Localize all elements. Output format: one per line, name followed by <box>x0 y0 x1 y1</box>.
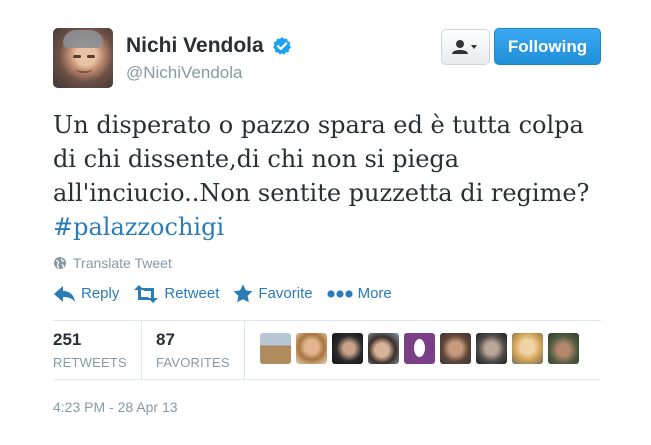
favorites-label: FAVORITES <box>156 355 230 370</box>
hashtag-link[interactable]: #palazzochigi <box>53 210 613 244</box>
user-actions-button[interactable] <box>441 29 490 65</box>
avatar[interactable] <box>548 333 579 364</box>
avatar[interactable] <box>404 333 435 364</box>
more-dots-icon <box>326 289 353 298</box>
stats-separator <box>141 321 142 379</box>
avatar[interactable] <box>512 333 543 364</box>
tweet-timestamp[interactable]: 4:23 PM - 28 Apr 13 <box>53 399 178 415</box>
reply-button[interactable]: Reply <box>53 285 119 303</box>
more-button[interactable]: More <box>326 285 392 302</box>
tweet-text: Un disperato o pazzo spara ed è tutta co… <box>53 108 613 244</box>
retweet-label: Retweet <box>164 285 220 302</box>
avatar[interactable] <box>296 333 327 364</box>
favoriter-avatars <box>260 333 579 364</box>
following-button[interactable]: Following <box>494 28 601 65</box>
favorite-label: Favorite <box>258 285 313 302</box>
avatar[interactable] <box>440 333 471 364</box>
favorites-stat[interactable]: 87 FAVORITES <box>156 330 230 370</box>
verified-badge-icon <box>273 37 292 55</box>
retweet-icon <box>134 284 159 303</box>
stats-top-divider <box>53 320 601 321</box>
translate-label: Translate Tweet <box>73 255 172 271</box>
stats-separator <box>244 321 245 379</box>
tweet-actions: Reply Retweet Favorite More <box>53 284 406 303</box>
avatar[interactable] <box>260 333 291 364</box>
author-handle[interactable]: @NichiVendola <box>126 63 292 83</box>
reply-label: Reply <box>81 285 120 302</box>
more-label: More <box>357 285 392 302</box>
avatar[interactable] <box>476 333 507 364</box>
retweets-count: 251 <box>53 330 82 349</box>
avatar[interactable] <box>332 333 363 364</box>
globe-icon <box>54 257 66 269</box>
stats-bottom-divider <box>53 379 601 380</box>
retweet-button[interactable]: Retweet <box>133 284 220 303</box>
star-icon <box>233 284 253 303</box>
favorite-button[interactable]: Favorite <box>233 284 313 303</box>
reply-icon <box>54 285 75 302</box>
author-block[interactable]: Nichi Vendola @NichiVendola <box>126 34 292 83</box>
author-name[interactable]: Nichi Vendola <box>126 34 264 58</box>
author-avatar[interactable] <box>53 28 113 88</box>
avatar[interactable] <box>368 333 399 364</box>
retweets-label: RETWEETS <box>53 355 127 370</box>
retweets-stat[interactable]: 251 RETWEETS <box>53 330 127 370</box>
favorites-count: 87 <box>156 330 175 349</box>
tweet-body: Un disperato o pazzo spara ed è tutta co… <box>53 111 590 207</box>
translate-tweet-link[interactable]: Translate Tweet <box>53 255 172 271</box>
user-dropdown-icon <box>451 40 477 54</box>
